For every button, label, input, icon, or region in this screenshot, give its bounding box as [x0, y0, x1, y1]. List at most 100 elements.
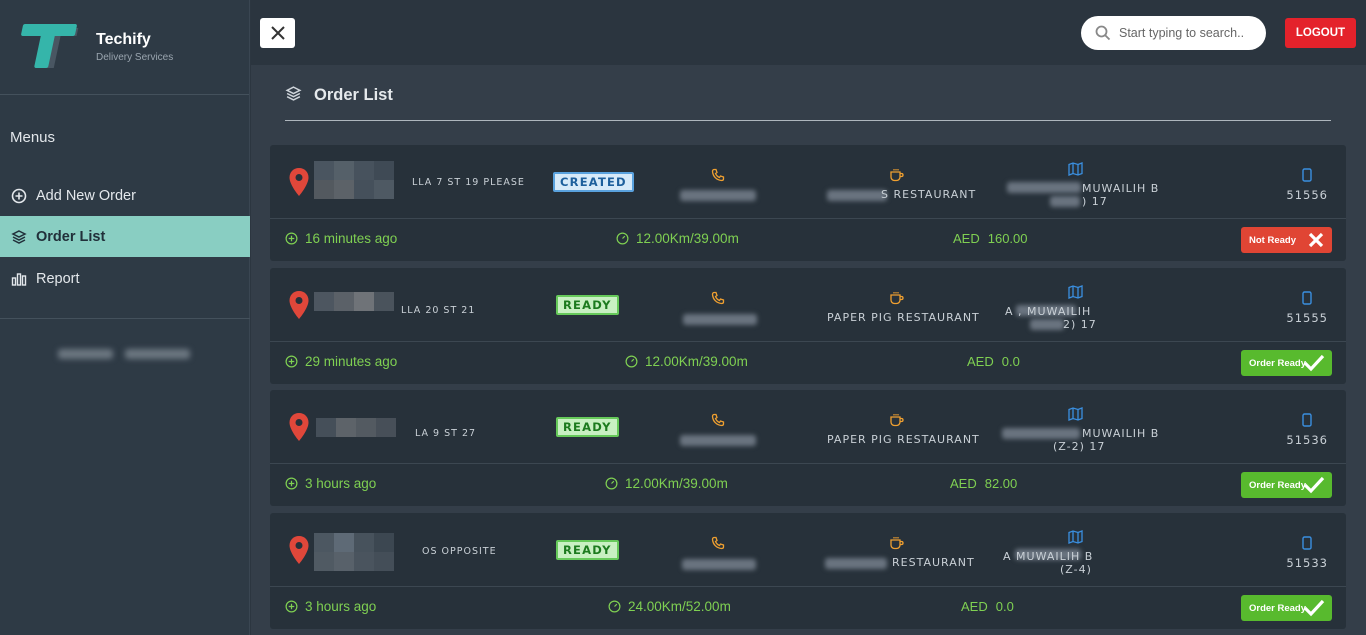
speedometer-icon — [616, 232, 629, 245]
redacted-customer — [314, 533, 394, 571]
plus-circle-icon — [285, 232, 298, 245]
layers-icon — [285, 85, 302, 106]
order-time: 3 hours ago — [285, 476, 376, 491]
top-bar: LOGOUT — [251, 0, 1366, 65]
sidebar-item-label: Add New Order — [36, 187, 136, 204]
layers-icon — [10, 228, 28, 246]
order-amount: AED 160.00 — [953, 231, 1028, 246]
order-time: 16 minutes ago — [285, 231, 397, 246]
phone-icon — [711, 535, 725, 554]
location-text: MUWAILIH B (Z-2) 17 — [1053, 427, 1160, 453]
sidebar-item-label: Report — [36, 270, 80, 287]
redacted-phone — [680, 190, 756, 201]
check-icon — [1303, 476, 1325, 494]
brand-subtitle: Delivery Services — [96, 52, 174, 63]
order-distance: 12.00Km/39.00m — [605, 476, 728, 491]
brand-name: Techify — [96, 31, 151, 48]
order-ready-button[interactable]: Order Ready — [1241, 350, 1332, 376]
redacted-location — [1002, 428, 1080, 439]
sidebar: Techify Delivery Services Menus Add New … — [0, 0, 250, 635]
sidebar-item-label: Order List — [36, 228, 106, 245]
main-content: Order List LLA 7 ST 19 PLEASE CREATED S … — [251, 65, 1366, 635]
x-icon — [1308, 232, 1324, 248]
order-amount: AED 82.00 — [950, 476, 1018, 491]
order-time: 3 hours ago — [285, 599, 376, 614]
close-icon — [270, 26, 285, 40]
search-box — [1081, 16, 1266, 50]
sidebar-item-add-new-order[interactable]: Add New Order — [0, 175, 250, 216]
status-badge: CREATED — [553, 172, 634, 192]
status-badge: READY — [556, 295, 619, 315]
speedometer-icon — [625, 355, 638, 368]
restaurant-name: PAPER PIG RESTAURANT — [827, 433, 980, 446]
map-icon — [1068, 406, 1083, 425]
map-pin-icon — [288, 167, 310, 201]
map-icon — [1068, 284, 1083, 303]
sidebar-item-report[interactable]: Report — [0, 258, 250, 299]
order-ready-button[interactable]: Order Ready — [1241, 472, 1332, 498]
phone-icon — [711, 412, 725, 431]
redacted-restaurant — [825, 558, 887, 569]
logout-button[interactable]: LOGOUT — [1285, 18, 1356, 48]
phone-device-icon — [1302, 412, 1312, 431]
menu-list: Add New Order Order List Report — [0, 175, 250, 299]
speedometer-icon — [608, 600, 621, 613]
check-icon — [1303, 599, 1325, 617]
restaurant-name: S RESTAURANT — [881, 188, 977, 201]
coffee-icon — [889, 535, 905, 554]
sidebar-divider — [0, 318, 250, 319]
coffee-icon — [889, 290, 905, 309]
techify-logo — [20, 20, 79, 74]
sidebar-item-order-list[interactable]: Order List — [0, 216, 250, 257]
redacted-phone — [680, 435, 756, 446]
search-input[interactable] — [1119, 26, 1259, 40]
order-card[interactable]: OS OPPOSITE READY RESTAURANT A MUWAILIH … — [270, 513, 1346, 629]
page-title: Order List — [314, 86, 393, 104]
restaurant-name: RESTAURANT — [892, 556, 975, 569]
order-id: 51533 — [1286, 556, 1328, 570]
map-icon — [1068, 529, 1083, 548]
redacted-location — [1050, 196, 1080, 207]
order-id: 51555 — [1286, 311, 1328, 325]
phone-device-icon — [1302, 290, 1312, 309]
bar-chart-icon — [10, 270, 28, 288]
map-icon — [1068, 161, 1083, 180]
plus-circle-icon — [285, 477, 298, 490]
phone-icon — [711, 290, 725, 309]
order-id: 51536 — [1286, 433, 1328, 447]
order-amount: AED 0.0 — [967, 354, 1020, 369]
close-button[interactable] — [260, 18, 295, 48]
phone-device-icon — [1302, 535, 1312, 554]
order-card[interactable]: LLA 7 ST 19 PLEASE CREATED S RESTAURANT … — [270, 145, 1346, 261]
phone-icon — [711, 167, 725, 186]
location-text: MUWAILIH B ) 17 — [1082, 182, 1160, 208]
address-text: LLA 20 ST 21 — [401, 305, 476, 316]
plus-circle-icon — [285, 355, 298, 368]
location-text: A , MUWAILIH 2) 17 — [1005, 305, 1097, 331]
coffee-icon — [889, 412, 905, 431]
redacted-user-info — [58, 349, 193, 363]
menus-title: Menus — [10, 129, 56, 146]
redacted-restaurant — [827, 190, 887, 201]
order-distance: 24.00Km/52.00m — [608, 599, 731, 614]
order-distance: 12.00Km/39.00m — [625, 354, 748, 369]
speedometer-icon — [605, 477, 618, 490]
status-badge: READY — [556, 417, 619, 437]
order-amount: AED 0.0 — [961, 599, 1014, 614]
order-card[interactable]: LLA 20 ST 21 READY PAPER PIG RESTAURANT … — [270, 268, 1346, 384]
map-pin-icon — [288, 535, 310, 569]
order-time: 29 minutes ago — [285, 354, 397, 369]
redacted-location — [1007, 182, 1081, 193]
location-text: A MUWAILIH B (Z-4) — [1003, 550, 1094, 576]
not-ready-button[interactable]: Not Ready — [1241, 227, 1332, 253]
order-id: 51556 — [1286, 188, 1328, 202]
order-card[interactable]: LA 9 ST 27 READY PAPER PIG RESTAURANT MU… — [270, 390, 1346, 506]
coffee-icon — [889, 167, 905, 186]
order-distance: 12.00Km/39.00m — [616, 231, 739, 246]
address-text: LLA 7 ST 19 PLEASE — [412, 177, 525, 188]
check-icon — [1303, 354, 1325, 372]
status-badge: READY — [556, 540, 619, 560]
phone-device-icon — [1302, 167, 1312, 186]
search-icon — [1095, 25, 1111, 41]
order-ready-button[interactable]: Order Ready — [1241, 595, 1332, 621]
